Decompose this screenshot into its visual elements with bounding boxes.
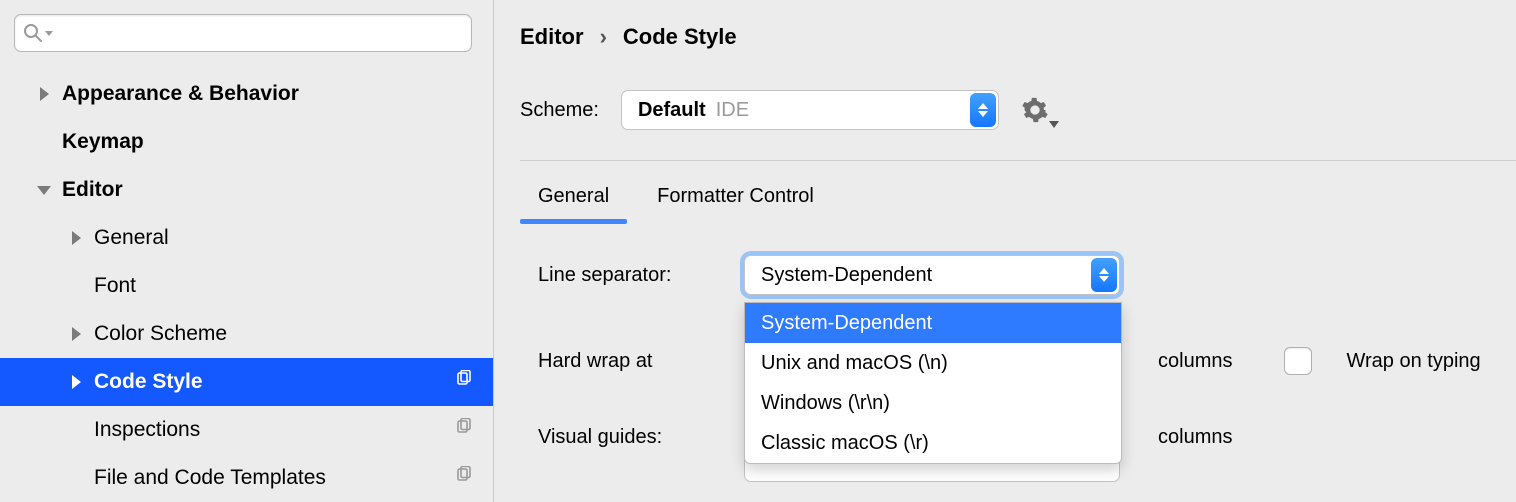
dropdown-option-label: Classic macOS (\r) [761, 432, 929, 455]
search-box[interactable] [14, 14, 472, 52]
wrap-on-typing-checkbox[interactable] [1284, 347, 1312, 375]
settings-sidebar: Appearance & Behavior Keymap Editor Gene… [0, 0, 494, 502]
hard-wrap-label: Hard wrap at [538, 350, 722, 373]
tree-item-code-style[interactable]: Code Style [0, 358, 493, 406]
collapse-icon [34, 186, 54, 195]
tab-formatter-control[interactable]: Formatter Control [657, 185, 814, 222]
main-panel: Editor › Code Style Scheme: Default IDE … [494, 0, 1516, 502]
scheme-label: Scheme: [520, 99, 599, 122]
tree-item-general[interactable]: General [0, 214, 493, 262]
search-chevron-icon [45, 31, 53, 36]
line-separator-value: System-Dependent [761, 264, 932, 287]
dropdown-option-label: Unix and macOS (\n) [761, 352, 948, 375]
search-input[interactable] [53, 15, 471, 51]
dropdown-option[interactable]: Classic macOS (\r) [745, 423, 1121, 463]
separator [520, 160, 1516, 161]
tree-label: Color Scheme [94, 322, 227, 346]
gear-icon [1021, 96, 1049, 124]
tree-item-font[interactable]: Font [0, 262, 493, 310]
chevron-updown-icon [970, 93, 996, 127]
general-form: Line separator: System-Dependent System-… [494, 252, 1516, 460]
tabs: General Formatter Control [494, 185, 1516, 222]
tab-label: Formatter Control [657, 185, 814, 207]
dropdown-option[interactable]: Windows (\r\n) [745, 383, 1121, 423]
scheme-scope: IDE [716, 99, 749, 122]
wrap-on-typing-label: Wrap on typing [1346, 350, 1480, 373]
profile-scope-icon [455, 370, 473, 394]
tree-label: Keymap [62, 130, 144, 154]
breadcrumb: Editor › Code Style [494, 24, 1516, 50]
settings-tree: Appearance & Behavior Keymap Editor Gene… [0, 70, 493, 502]
profile-scope-icon [455, 418, 473, 442]
line-separator-dropdown: System-Dependent Unix and macOS (\n) Win… [744, 302, 1122, 464]
columns-label: columns [1158, 350, 1232, 373]
dropdown-option[interactable]: System-Dependent [745, 303, 1121, 343]
tree-label: Code Style [94, 370, 203, 394]
chevron-updown-icon [1091, 258, 1117, 292]
line-separator-label: Line separator: [538, 264, 722, 287]
tree-label: General [94, 226, 169, 250]
scheme-actions-button[interactable] [1021, 96, 1049, 124]
tree-label: Inspections [94, 418, 200, 442]
tree-item-file-templates[interactable]: File and Code Templates [0, 454, 493, 502]
tree-item-inspections[interactable]: Inspections [0, 406, 493, 454]
tree-label: Appearance & Behavior [62, 82, 299, 106]
expand-icon [66, 375, 86, 389]
tab-label: General [538, 185, 609, 207]
expand-icon [66, 231, 86, 245]
dropdown-option[interactable]: Unix and macOS (\n) [745, 343, 1121, 383]
tree-label: Editor [62, 178, 123, 202]
chevron-down-icon [1049, 121, 1059, 128]
breadcrumb-separator: › [600, 24, 607, 50]
line-separator-select[interactable]: System-Dependent [744, 255, 1120, 295]
search-icon [23, 23, 43, 43]
tree-label: Font [94, 274, 136, 298]
columns-label: columns [1158, 426, 1232, 449]
scheme-value: Default [638, 99, 706, 122]
tree-item-editor[interactable]: Editor [0, 166, 493, 214]
dropdown-option-label: Windows (\r\n) [761, 392, 890, 415]
tree-item-color-scheme[interactable]: Color Scheme [0, 310, 493, 358]
breadcrumb-editor[interactable]: Editor [520, 24, 584, 50]
tab-general[interactable]: General [538, 185, 609, 222]
tree-item-appearance[interactable]: Appearance & Behavior [0, 70, 493, 118]
tree-label: File and Code Templates [94, 466, 326, 490]
tree-item-keymap[interactable]: Keymap [0, 118, 493, 166]
breadcrumb-code-style[interactable]: Code Style [623, 24, 737, 50]
expand-icon [66, 327, 86, 341]
visual-guides-label: Visual guides: [538, 426, 722, 449]
dropdown-option-label: System-Dependent [761, 312, 932, 335]
profile-scope-icon [455, 466, 473, 490]
scheme-combo[interactable]: Default IDE [621, 90, 999, 130]
expand-icon [34, 87, 54, 101]
